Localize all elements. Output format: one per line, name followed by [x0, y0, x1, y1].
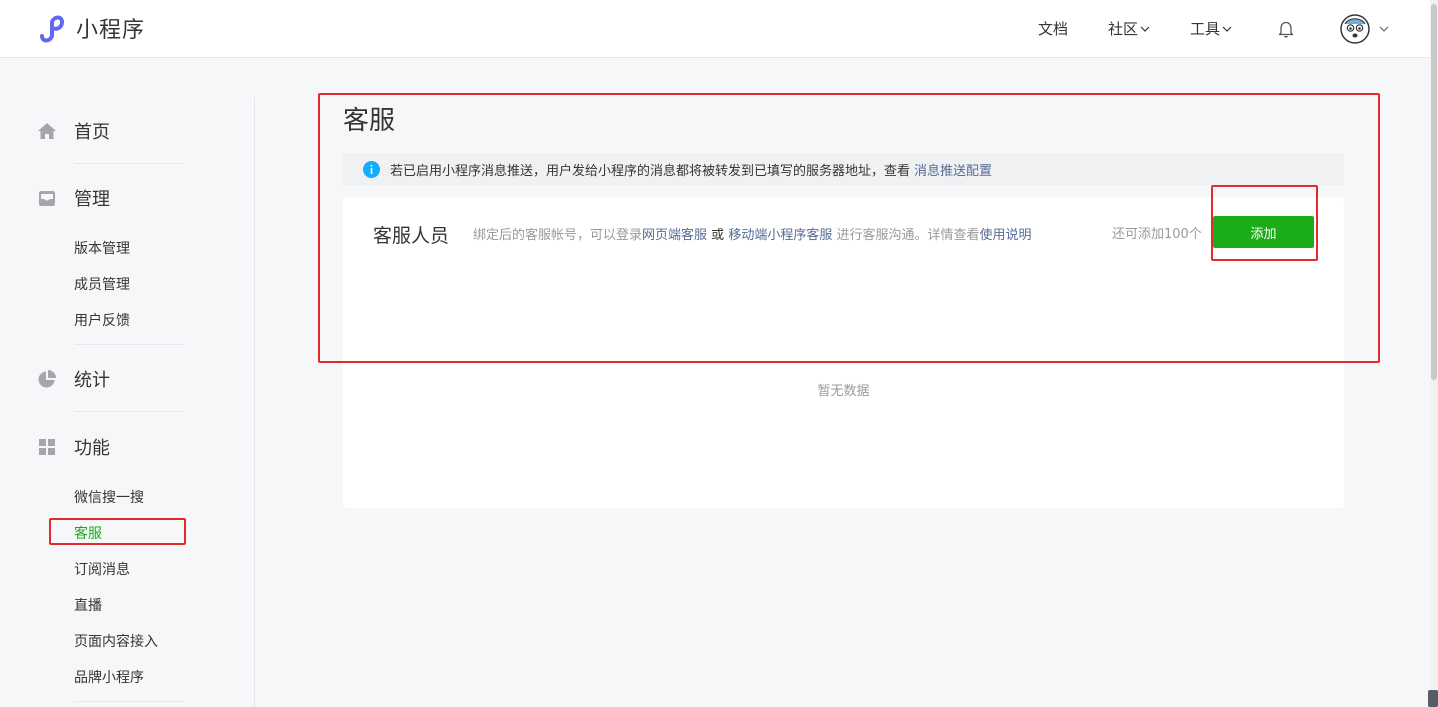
bell-icon[interactable]: [1276, 19, 1296, 39]
sidebar: 首页 管理 版本管理 成员管理 用户反馈 统计 功能 微信搜一搜 客服 订阅消息…: [0, 97, 255, 707]
sidebar-item-wechat-search[interactable]: 微信搜一搜: [74, 487, 144, 507]
sidebar-item-members[interactable]: 成员管理: [74, 274, 130, 294]
sidebar-item-label: 管理: [74, 189, 110, 210]
sidebar-item-page-content[interactable]: 页面内容接入: [74, 631, 158, 651]
sidebar-item-feedback[interactable]: 用户反馈: [74, 310, 130, 330]
chevron-down-icon: [1140, 26, 1150, 32]
miniprogram-logo-icon: [40, 15, 65, 43]
divider: [74, 344, 184, 345]
chevron-down-icon: [1222, 26, 1232, 32]
sidebar-item-label: 功能: [74, 438, 110, 459]
sidebar-item-manage[interactable]: 管理: [0, 188, 110, 210]
nav-community-label: 社区: [1107, 20, 1138, 38]
nav-tools-label: 工具: [1189, 20, 1220, 38]
sidebar-item-subscribe-msg[interactable]: 订阅消息: [74, 559, 130, 579]
home-icon: [38, 123, 56, 139]
nav-community[interactable]: 社区: [1108, 18, 1150, 39]
sidebar-item-label: 首页: [74, 122, 110, 143]
sidebar-item-label: 统计: [74, 370, 110, 391]
sidebar-item-home[interactable]: 首页: [0, 121, 110, 143]
sidebar-item-version[interactable]: 版本管理: [74, 238, 130, 258]
nav-tools[interactable]: 工具: [1190, 18, 1232, 39]
scrollbar[interactable]: [1430, 0, 1438, 707]
nav-docs-label: 文档: [1037, 20, 1068, 38]
avatar-image: [1340, 13, 1370, 44]
divider: [74, 411, 184, 412]
grid-icon: [39, 439, 55, 455]
avatar[interactable]: [1340, 13, 1370, 44]
app-logo[interactable]: 小程序: [36, 10, 145, 46]
pie-chart-icon: [38, 370, 56, 388]
sidebar-item-features[interactable]: 功能: [0, 437, 110, 459]
nav-docs[interactable]: 文档: [1038, 18, 1068, 39]
sidebar-item-brand[interactable]: 品牌小程序: [74, 667, 144, 687]
top-nav: 文档 社区 工具: [998, 0, 1390, 57]
chevron-down-icon[interactable]: [1378, 23, 1390, 35]
inbox-icon: [39, 191, 55, 206]
empty-state: 暂无数据: [817, 384, 870, 399]
highlight-box: [1211, 185, 1318, 261]
divider: [74, 701, 184, 702]
app-name: 小程序: [76, 18, 146, 43]
top-bar: 小程序 文档 社区 工具: [0, 0, 1430, 58]
divider: [74, 163, 184, 164]
sidebar-item-stats[interactable]: 统计: [0, 369, 110, 391]
corner-handle: [1428, 690, 1438, 707]
highlight-box: [49, 518, 186, 545]
sidebar-item-live[interactable]: 直播: [74, 595, 102, 615]
scrollbar-thumb[interactable]: [1431, 4, 1437, 380]
